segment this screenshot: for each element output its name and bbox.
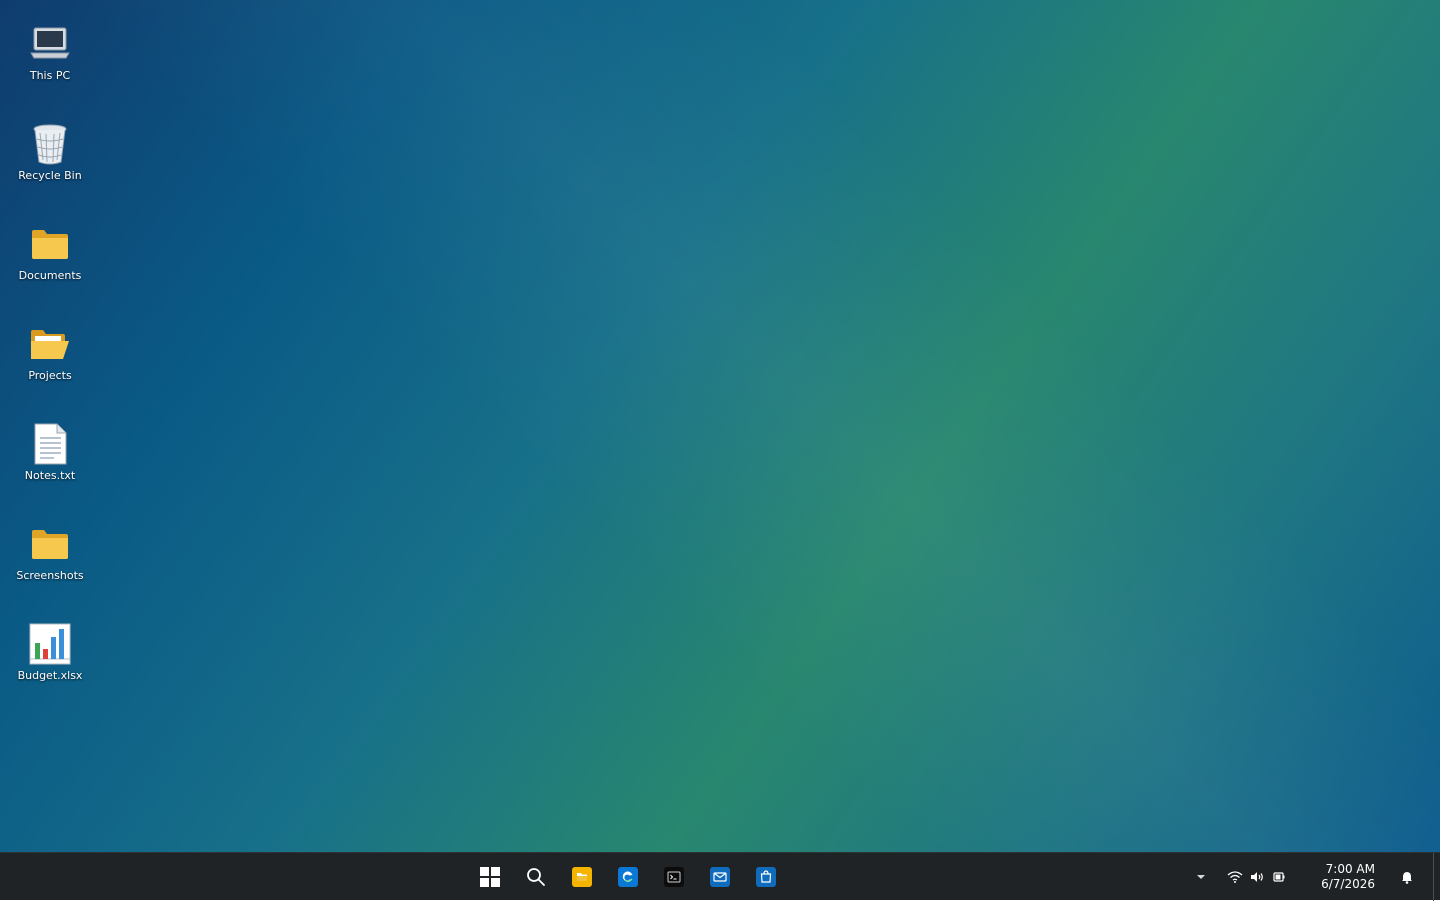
desktop-icon-this-pc[interactable]: This PC (0, 4, 100, 94)
search-icon (527, 868, 545, 886)
notifications-button[interactable] (1395, 871, 1419, 884)
clock-date: 6/7/2026 (1321, 877, 1375, 891)
desktop-icon-recycle-bin[interactable]: Recycle Bin (0, 104, 100, 194)
terminal-icon (664, 867, 684, 887)
folder-icon (26, 220, 74, 268)
desktop-icon-label: Budget.xlsx (17, 669, 83, 682)
wifi-icon (1227, 871, 1243, 883)
mail-button[interactable] (700, 857, 740, 897)
computer-icon (26, 20, 74, 68)
volume-icon (1251, 872, 1263, 882)
battery-button[interactable] (1269, 871, 1289, 883)
taskbar-pinned-apps (467, 853, 789, 901)
volume-button[interactable] (1247, 871, 1267, 883)
file-explorer-button[interactable] (562, 857, 602, 897)
edge-browser-icon (618, 867, 638, 887)
search-button[interactable] (516, 857, 556, 897)
battery-icon (1273, 872, 1285, 882)
store-icon (756, 867, 776, 887)
desktop-icon-label: This PC (29, 69, 71, 82)
file-explorer-icon (572, 867, 592, 887)
windows-logo-icon (480, 867, 500, 887)
terminal-button[interactable] (654, 857, 694, 897)
start-button[interactable] (470, 857, 510, 897)
desktop-icon-label: Recycle Bin (18, 169, 82, 182)
desktop-icon-screenshots[interactable]: Screenshots (0, 504, 100, 594)
clock-button[interactable]: 7:00 AM 6/7/2026 (1315, 862, 1375, 892)
desktop-icon-label: Screenshots (16, 569, 84, 582)
bell-icon (1402, 871, 1412, 884)
spreadsheet-icon (26, 620, 74, 668)
desktop-icon-budget[interactable]: Budget.xlsx (0, 604, 100, 694)
edge-button[interactable] (608, 857, 648, 897)
taskbar: 7:00 AM 6/7/2026 (0, 852, 1440, 901)
desktop-icon-label: Notes.txt (24, 469, 76, 482)
chevron-up-icon (1197, 875, 1205, 879)
desktop-icon-label: Documents (18, 269, 82, 282)
show-desktop-button[interactable] (1433, 853, 1440, 901)
desktop-icon-notes[interactable]: Notes.txt (0, 404, 100, 494)
mail-icon (710, 867, 730, 887)
clock-time: 7:00 AM (1325, 862, 1375, 876)
desktop-icon-label: Projects (28, 369, 72, 382)
system-tray: 7:00 AM 6/7/2026 (1189, 853, 1440, 901)
show-hidden-icons-button[interactable] (1189, 874, 1213, 880)
folder-icon (26, 520, 74, 568)
recycle-bin-icon (26, 120, 74, 168)
wifi-button[interactable] (1225, 871, 1245, 883)
store-button[interactable] (746, 857, 786, 897)
desktop-icon-projects[interactable]: Projects (0, 304, 100, 394)
open-folder-icon (26, 320, 74, 368)
text-file-icon (26, 420, 74, 468)
desktop-icon-documents[interactable]: Documents (0, 204, 100, 294)
desktop-wallpaper[interactable]: This PC Recycle Bin Documents Projects N… (0, 0, 1440, 852)
